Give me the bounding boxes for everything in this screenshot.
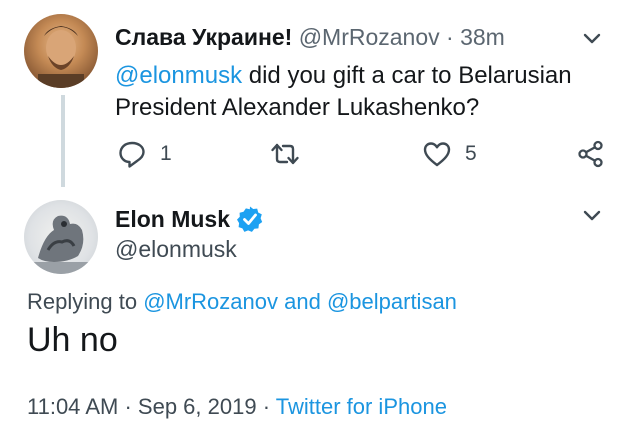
- heart-icon: [423, 142, 451, 167]
- replying-and[interactable]: and: [278, 289, 327, 314]
- author-handle[interactable]: @elonmusk: [115, 236, 237, 263]
- separator: ·: [124, 394, 132, 419]
- author-handle[interactable]: @MrRozanov: [299, 24, 440, 50]
- author-name[interactable]: Слава Украине!: [115, 24, 292, 50]
- author-name[interactable]: Elon Musk: [115, 206, 230, 233]
- reply-button[interactable]: 1: [117, 139, 172, 169]
- timestamp[interactable]: 38m: [460, 24, 505, 50]
- mention-link[interactable]: @elonmusk: [115, 62, 242, 89]
- separator: ·: [446, 24, 454, 50]
- avatar[interactable]: [24, 14, 98, 88]
- separator: ·: [262, 394, 271, 419]
- retweet-icon: [271, 143, 299, 165]
- like-count: 5: [465, 142, 477, 165]
- tweet-date[interactable]: Sep 6, 2019: [138, 394, 257, 419]
- tweet-text: @elonmusk did you gift a car to Belarusi…: [115, 60, 595, 124]
- reply-count: 1: [160, 142, 172, 165]
- replying-to: Replying to @MrRozanov and @belpartisan: [27, 289, 457, 315]
- author-name-row: Elon Musk: [115, 205, 264, 233]
- mention-link[interactable]: @MrRozanov: [143, 289, 278, 314]
- replying-label: Replying to: [27, 289, 144, 314]
- tweet-footer: 11:04 AM · Sep 6, 2019 · Twitter for iPh…: [27, 394, 447, 420]
- tweet-text: Uh no: [27, 321, 118, 359]
- avatar[interactable]: [24, 200, 98, 274]
- chevron-down-icon[interactable]: [579, 203, 605, 229]
- chevron-down-icon[interactable]: [579, 26, 605, 52]
- tweet-time[interactable]: 11:04 AM: [27, 394, 118, 419]
- like-button[interactable]: 5: [422, 139, 477, 169]
- thread-connector-line: [61, 95, 65, 187]
- mention-link[interactable]: @belpartisan: [327, 289, 457, 314]
- share-button[interactable]: [576, 139, 606, 169]
- tweet-header: Слава Украине! @MrRozanov · 38m: [115, 24, 505, 51]
- retweet-button[interactable]: [270, 139, 300, 169]
- share-icon: [578, 140, 603, 168]
- verified-badge-icon: [237, 206, 263, 232]
- tweet-source[interactable]: Twitter for iPhone: [276, 394, 447, 419]
- reply-icon: [119, 141, 145, 168]
